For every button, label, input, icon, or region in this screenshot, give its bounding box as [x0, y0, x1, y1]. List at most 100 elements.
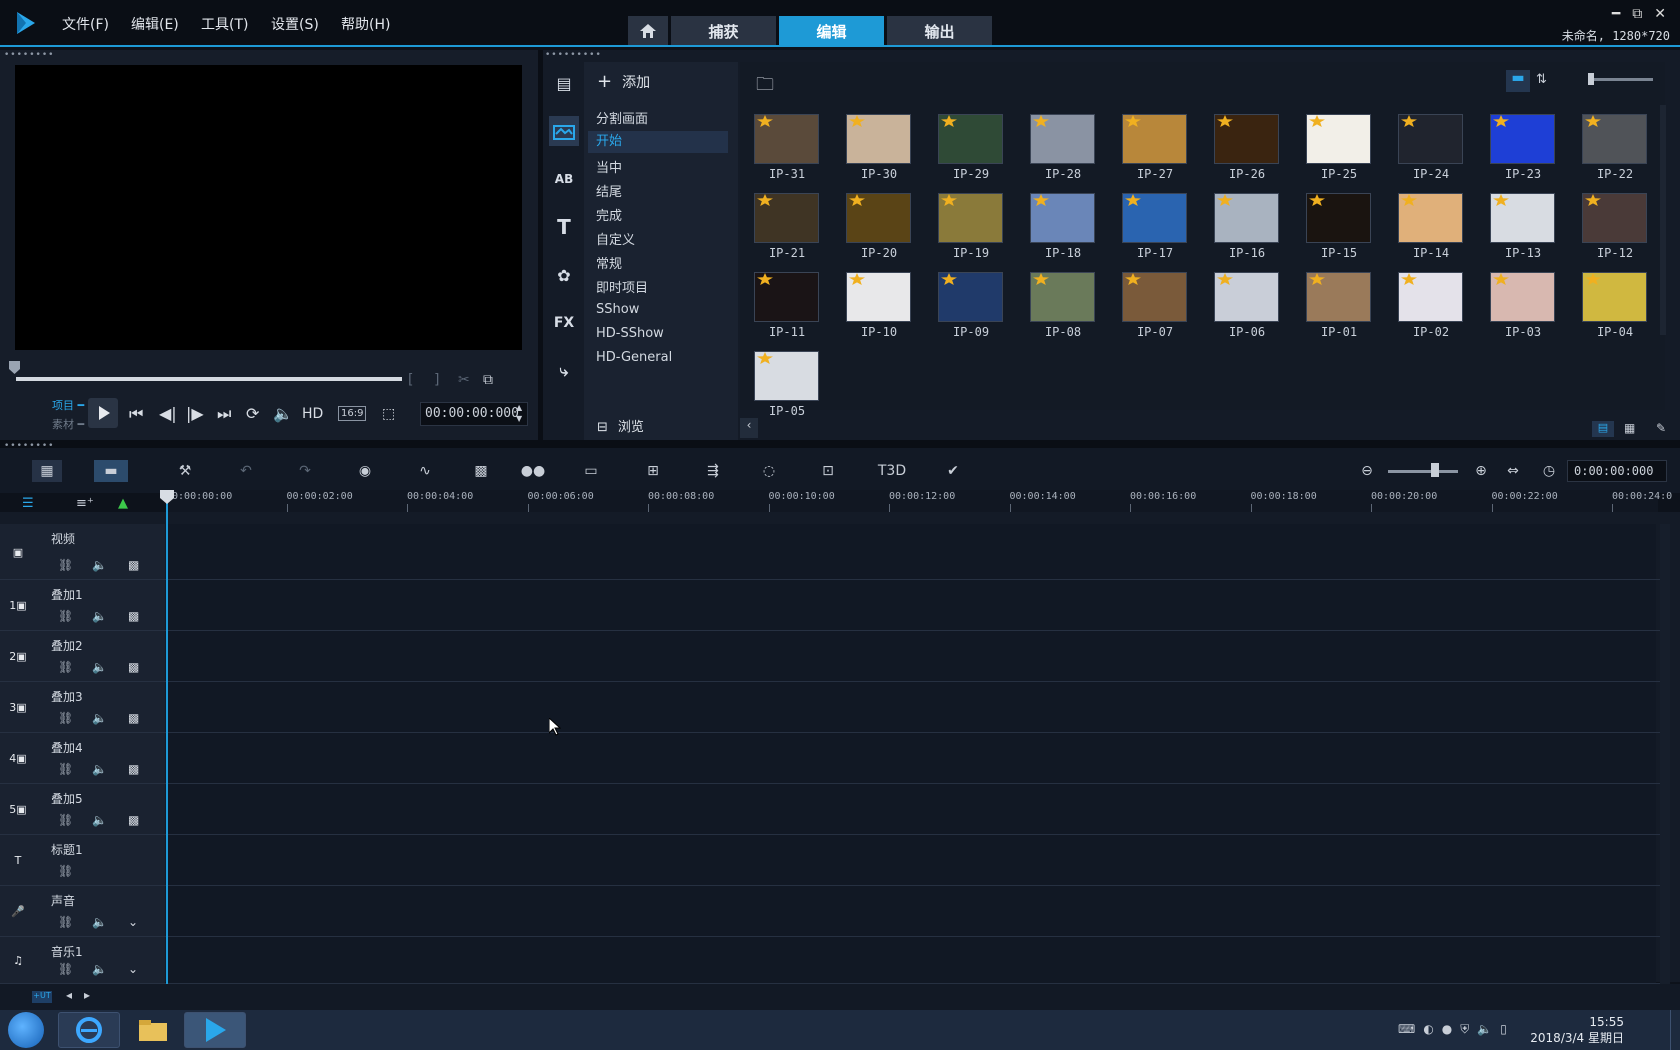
show-all-tracks-icon[interactable]: +UT — [32, 991, 52, 1003]
zoom-in-icon[interactable]: ⊕ — [1468, 460, 1494, 482]
fit-project-icon[interactable]: ⇔ — [1500, 460, 1526, 482]
mute-icon[interactable]: 🔈 — [92, 813, 107, 827]
title-track-icon[interactable]: T — [7, 852, 29, 870]
template-thumbnail[interactable]: IP-18 — [1026, 191, 1116, 269]
clock-icon[interactable]: ◷ — [1536, 460, 1562, 482]
link-icon[interactable]: ⛓ — [58, 864, 73, 878]
scissors-icon[interactable]: ✂ — [458, 372, 470, 388]
system-tray-icons[interactable]: ⌨◐●⛨🔈▯ — [1398, 1022, 1515, 1037]
overlay-track-icon[interactable]: 4▣ — [7, 750, 29, 768]
playhead[interactable] — [166, 490, 168, 984]
restore-button[interactable]: ⧉ — [1632, 6, 1642, 22]
ripple-icon[interactable]: ▩ — [128, 660, 139, 674]
link-icon[interactable]: ⛓ — [58, 660, 73, 674]
enable-ripple-icon[interactable]: ▲ — [118, 496, 128, 511]
mute-icon[interactable]: 🔈 — [92, 609, 107, 623]
media-library-icon[interactable]: ▤ — [549, 68, 579, 98]
track-lane[interactable] — [166, 682, 1656, 732]
aspect-ratio-button[interactable]: 16:9 — [338, 406, 367, 421]
mute-icon[interactable]: 🔈 — [92, 762, 107, 776]
redo-icon[interactable]: ↷ — [292, 460, 318, 482]
tab-output[interactable]: 输出 — [887, 16, 992, 46]
category-hd-sshow[interactable]: HD-SShow — [596, 326, 664, 341]
scrub-handle-icon[interactable] — [9, 361, 20, 374]
thumbnail-size-knob[interactable] — [1588, 73, 1594, 85]
ripple-icon[interactable]: ▩ — [128, 813, 139, 827]
video-track-icon[interactable]: ▣ — [7, 543, 29, 561]
add-remove-chapter-icon[interactable]: ≡⁺ — [76, 496, 94, 511]
link-icon[interactable]: ⛓ — [58, 609, 73, 623]
3d-title-icon[interactable]: T3D — [876, 460, 908, 482]
template-thumbnail[interactable]: IP-16 — [1210, 191, 1300, 269]
enlarge-preview-icon[interactable]: ⧉ — [483, 372, 493, 388]
split-screen-template-icon[interactable]: ✔ — [940, 460, 966, 482]
menu-file[interactable]: 文件(F) — [62, 14, 109, 34]
overlay-track-icon[interactable]: 5▣ — [7, 801, 29, 819]
volume-icon[interactable]: 🔈 — [273, 404, 293, 423]
expand-icon[interactable]: ⌄ — [128, 962, 138, 976]
repeat-icon[interactable]: ⟳ — [246, 404, 259, 423]
template-thumbnail[interactable]: IP-22 — [1578, 112, 1668, 190]
track-lane[interactable] — [166, 524, 1656, 579]
template-thumbnail[interactable]: IP-06 — [1210, 270, 1300, 348]
link-icon[interactable]: ⛓ — [58, 558, 73, 572]
timecode-stepper-icon[interactable]: ▲ ▼ — [516, 402, 522, 424]
template-thumbnail[interactable]: IP-04 — [1578, 270, 1668, 348]
taskbar-videostudio-icon[interactable] — [184, 1012, 246, 1048]
overlay-track-icon[interactable]: 1▣ — [7, 597, 29, 615]
link-icon[interactable]: ⛓ — [58, 813, 73, 827]
template-thumbnail[interactable]: IP-11 — [750, 270, 840, 348]
template-thumbnail[interactable]: IP-20 — [842, 191, 932, 269]
voice-track-icon[interactable]: 🎤 — [7, 903, 29, 921]
category-general[interactable]: 常规 — [596, 253, 622, 272]
library-grip-icon[interactable]: ••••••••• — [545, 50, 602, 60]
template-thumbnail[interactable]: IP-27 — [1118, 112, 1208, 190]
timeline-ruler[interactable]: 00:00:00:00 00:00:02:00 00:00:04:00 00:00:0… — [166, 490, 1672, 512]
template-thumbnail[interactable]: IP-13 — [1486, 191, 1576, 269]
title-icon[interactable]: T — [549, 212, 579, 242]
tab-capture[interactable]: 捕获 — [671, 16, 776, 46]
link-icon[interactable]: ⛓ — [58, 762, 73, 776]
system-clock[interactable]: 15:55 2018/3/4 星期日 — [1530, 1014, 1624, 1046]
view-toggle-icon[interactable]: ▬ — [1506, 70, 1530, 92]
taskbar-file-explorer-icon[interactable] — [122, 1012, 184, 1048]
go-to-end-icon[interactable]: ⏭ — [217, 404, 231, 424]
timeline-timecode[interactable]: 0:00:00:000 — [1567, 460, 1667, 482]
track-lane[interactable] — [166, 733, 1656, 783]
tools-icon[interactable]: ⚒ — [172, 460, 198, 482]
import-folder-icon[interactable]: 🗀 — [756, 72, 774, 102]
category-split-screen[interactable]: 分割画面 — [596, 108, 648, 127]
track-lane[interactable] — [166, 580, 1656, 630]
zoom-slider-knob[interactable] — [1431, 463, 1439, 477]
zoom-slider[interactable] — [1388, 470, 1458, 473]
next-frame-icon[interactable]: |▶ — [186, 404, 204, 423]
template-thumbnail[interactable]: IP-23 — [1486, 112, 1576, 190]
music-track-icon[interactable]: ♫ — [7, 952, 29, 970]
time-remapping-icon[interactable]: ⇶ — [700, 460, 726, 482]
expand-icon[interactable]: ⌄ — [128, 915, 138, 929]
category-middle[interactable]: 当中 — [596, 157, 622, 176]
mute-icon[interactable]: 🔈 — [92, 915, 107, 929]
sort-icon[interactable]: ⇅ — [1536, 72, 1547, 87]
template-thumbnail[interactable]: IP-15 — [1302, 191, 1392, 269]
track-lane[interactable] — [166, 631, 1656, 681]
link-icon[interactable]: ⛓ — [58, 915, 73, 929]
collapse-library-icon[interactable]: ‹ — [740, 418, 758, 438]
hd-button[interactable]: HD — [302, 406, 323, 422]
mute-icon[interactable]: 🔈 — [92, 660, 107, 674]
filter-fx-icon[interactable]: FX — [549, 308, 579, 338]
template-thumbnail[interactable]: IP-03 — [1486, 270, 1576, 348]
playhead-handle-icon[interactable] — [160, 490, 174, 504]
overlay-track-icon[interactable]: 3▣ — [7, 699, 29, 717]
show-desktop-button[interactable] — [1670, 1010, 1680, 1050]
link-icon[interactable]: ⛓ — [58, 711, 73, 725]
go-to-start-icon[interactable]: ⏮ — [129, 404, 143, 424]
template-thumbnail[interactable]: IP-10 — [842, 270, 932, 348]
taskbar-internet-explorer-icon[interactable] — [58, 1012, 120, 1048]
template-thumbnail[interactable]: IP-12 — [1578, 191, 1668, 269]
thumbnail-view-icon[interactable]: ▦ — [1624, 421, 1635, 435]
mask-creator-icon[interactable]: ◌ — [756, 460, 782, 482]
template-thumbnail[interactable]: IP-08 — [1026, 270, 1116, 348]
thumbnail-size-slider[interactable] — [1588, 78, 1653, 81]
template-thumbnail[interactable]: IP-24 — [1394, 112, 1484, 190]
